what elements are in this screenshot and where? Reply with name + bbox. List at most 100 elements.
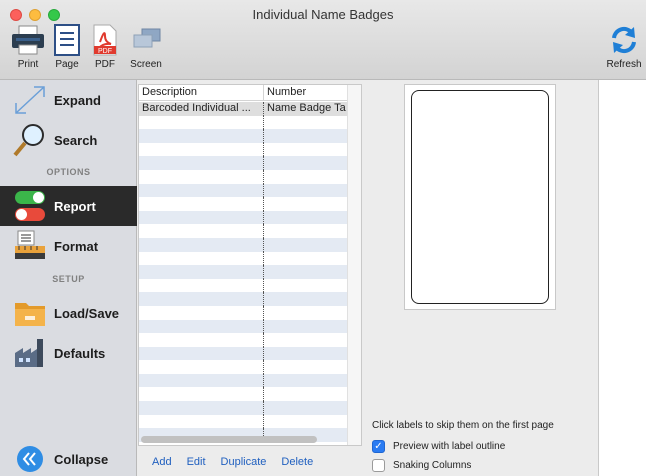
snaking-columns-option[interactable]: Snaking Columns <box>372 459 471 472</box>
empty-cell <box>264 224 349 238</box>
empty-cell <box>139 183 264 198</box>
sidebar-item-expand[interactable]: Expand <box>0 80 137 120</box>
collapse-icon <box>8 441 52 476</box>
empty-cell <box>139 142 264 157</box>
sidebar-label-defaults: Defaults <box>54 345 106 361</box>
sidebar-item-collapse[interactable]: Collapse <box>0 442 137 476</box>
empty-cell <box>264 374 349 388</box>
table-rows: Barcoded Individual ... Name Badge Ta <box>139 102 349 442</box>
preview-outline-option[interactable]: ✓ Preview with label outline <box>372 440 505 453</box>
empty-cell <box>139 265 264 279</box>
empty-table-row <box>139 319 349 334</box>
skip-labels-hint: Click labels to skip them on the first p… <box>372 420 554 431</box>
table-row[interactable]: Barcoded Individual ... Name Badge Ta <box>139 102 349 116</box>
empty-cell <box>139 305 264 320</box>
screen-label: Screen <box>130 59 162 70</box>
empty-cell <box>139 169 264 184</box>
empty-cell <box>139 210 264 225</box>
empty-cell <box>264 360 349 374</box>
refresh-button[interactable]: Refresh <box>604 22 644 76</box>
label-preview-page[interactable] <box>404 84 556 310</box>
sidebar-item-load-save[interactable]: Load/Save <box>0 293 137 333</box>
empty-table-row <box>139 129 349 143</box>
empty-table-row <box>139 373 349 388</box>
horizontal-scrollbar[interactable] <box>141 436 317 443</box>
sidebar-label-load-save: Load/Save <box>54 305 120 321</box>
screen-button[interactable]: Screen <box>126 22 166 76</box>
pdf-label: PDF <box>95 59 115 70</box>
print-button[interactable]: Print <box>8 22 48 76</box>
sidebar-item-report[interactable]: Report <box>0 186 137 226</box>
empty-cell <box>264 252 349 266</box>
empty-cell <box>139 115 264 130</box>
empty-cell <box>264 143 349 157</box>
empty-cell <box>139 346 264 361</box>
sidebar-label-search: Search <box>54 132 98 148</box>
empty-cell <box>139 129 264 143</box>
magnifier-icon <box>8 122 52 158</box>
empty-cell <box>264 320 349 334</box>
sidebar-section-setup: SETUP <box>52 274 85 284</box>
empty-table-row <box>139 210 349 225</box>
empty-table-row <box>139 333 349 347</box>
preview-outline-label: Preview with label outline <box>393 441 506 452</box>
preview-outline-checkbox[interactable]: ✓ <box>372 440 385 453</box>
vertical-scrollbar[interactable] <box>347 85 361 445</box>
empty-cell <box>139 224 264 238</box>
empty-cell <box>264 211 349 225</box>
empty-table-row <box>139 224 349 238</box>
empty-table-row <box>139 183 349 198</box>
duplicate-button[interactable]: Duplicate <box>221 456 267 474</box>
empty-cell <box>139 156 264 170</box>
refresh-label: Refresh <box>606 59 642 70</box>
empty-cell <box>264 156 349 170</box>
empty-cell <box>264 401 349 415</box>
snaking-columns-checkbox[interactable] <box>372 459 385 472</box>
empty-cell <box>139 401 264 415</box>
column-header-description[interactable]: Description <box>139 85 264 100</box>
empty-table-row <box>139 292 349 306</box>
empty-cell <box>264 265 349 279</box>
pdf-button[interactable]: PDF PDF <box>85 22 125 76</box>
sidebar-item-search[interactable]: Search <box>0 120 137 160</box>
delete-button[interactable]: Delete <box>281 456 313 474</box>
empty-table-row <box>139 265 349 279</box>
title-bar: Individual Name Badges Print Page PDF PD… <box>0 0 646 80</box>
empty-cell <box>264 238 349 252</box>
print-label: Print <box>17 59 39 70</box>
window-title: Individual Name Badges <box>252 7 394 22</box>
empty-cell <box>139 278 264 293</box>
pdf-icon: PDF <box>87 22 123 58</box>
empty-table-row <box>139 305 349 320</box>
expand-icon <box>8 82 52 118</box>
sidebar-item-format[interactable]: Format <box>0 226 137 266</box>
page-button[interactable]: Page <box>47 22 87 76</box>
empty-table-row <box>139 360 349 374</box>
empty-cell <box>139 197 264 211</box>
folder-icon <box>8 295 52 331</box>
empty-cell <box>139 319 264 334</box>
empty-cell <box>139 292 264 306</box>
empty-cell <box>139 414 264 429</box>
empty-table-row <box>139 237 349 252</box>
label-outline[interactable] <box>411 90 549 304</box>
format-icon <box>8 228 52 264</box>
column-header-number[interactable]: Number <box>264 85 349 100</box>
screen-icon <box>128 22 164 58</box>
empty-cell <box>139 251 264 266</box>
sidebar-label-collapse: Collapse <box>54 451 109 467</box>
empty-cell <box>264 347 349 361</box>
cell-description: Barcoded Individual ... <box>139 102 264 116</box>
edit-button[interactable]: Edit <box>187 456 206 474</box>
sidebar-label-format: Format <box>54 238 99 254</box>
empty-cell <box>264 197 349 211</box>
sidebar-item-defaults[interactable]: Defaults <box>0 333 137 373</box>
add-button[interactable]: Add <box>152 456 172 474</box>
empty-cell <box>264 387 349 401</box>
empty-table-row <box>139 115 349 130</box>
pdf-badge-text: PDF <box>98 48 112 55</box>
empty-cell <box>264 279 349 293</box>
empty-table-row <box>139 251 349 266</box>
empty-cell <box>264 292 349 306</box>
empty-table-row <box>139 278 349 293</box>
